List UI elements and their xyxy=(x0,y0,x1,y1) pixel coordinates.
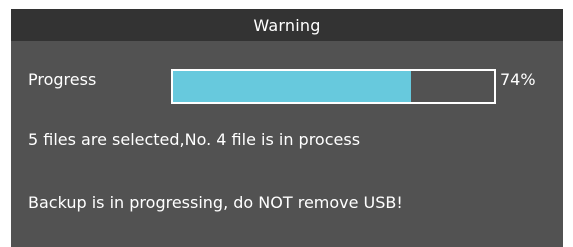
progress-percent: 74% xyxy=(500,70,536,89)
progress-bar-fill xyxy=(173,71,411,102)
progress-label: Progress xyxy=(28,70,97,89)
warning-dialog: Warning Progress 74% 5 files are selecte… xyxy=(11,9,563,247)
progress-bar xyxy=(171,69,496,104)
dialog-titlebar: Warning xyxy=(11,9,563,41)
file-status-text: 5 files are selected,No. 4 file is in pr… xyxy=(28,130,361,149)
dialog-title: Warning xyxy=(253,15,321,35)
warning-message: Backup is in progressing, do NOT remove … xyxy=(28,193,403,212)
